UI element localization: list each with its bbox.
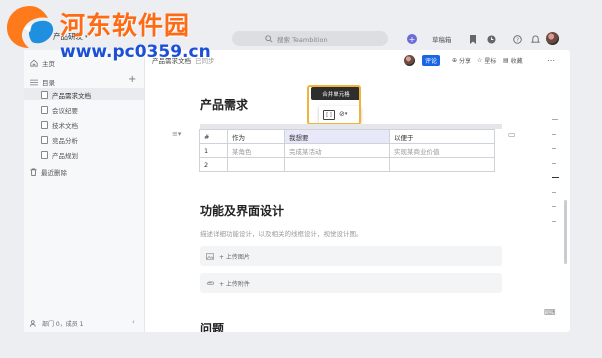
pin-icon: ☆: [477, 57, 483, 64]
merge-cells-icon[interactable]: [ ]: [323, 110, 335, 120]
section-heading-requirements: 产品需求: [200, 98, 249, 112]
table-cell[interactable]: 完成某活动: [284, 143, 390, 158]
sidebar-item-label: 产品需求文档: [52, 92, 91, 100]
scrollbar-thumb[interactable]: [564, 200, 567, 264]
table-cell[interactable]: [389, 157, 495, 172]
sidebar-recycle-label: 最近删除: [41, 169, 67, 177]
sidebar-item-tech[interactable]: 技术文档: [41, 120, 78, 130]
table-cell[interactable]: 2: [199, 157, 228, 172]
sidebar-item-prd[interactable]: 产品需求文档: [41, 90, 91, 100]
sidebar-home[interactable]: 主页: [30, 58, 55, 68]
keyboard-icon[interactable]: ⌨: [544, 308, 556, 317]
upload-image-button[interactable]: + 上传图片: [200, 246, 502, 266]
outline-tick[interactable]: [552, 163, 556, 164]
pin-button[interactable]: ☆ 星标: [477, 56, 496, 65]
section-description: 描述详细功能设计，以及相关的线框设计，视觉设计图。: [200, 230, 363, 238]
outline-tick[interactable]: [552, 221, 556, 222]
table-cell[interactable]: [284, 157, 390, 172]
outline-tick[interactable]: [552, 177, 559, 178]
favorite-button[interactable]: ▤ 收藏: [503, 56, 523, 65]
favorite-icon: ▤: [503, 57, 509, 64]
draft-box[interactable]: 草稿箱: [432, 34, 452, 44]
sidebar-home-label: 主页: [42, 60, 55, 68]
table-cell[interactable]: 实现某商业价值: [389, 143, 495, 158]
clock-icon[interactable]: [486, 34, 496, 44]
svg-text:?: ?: [516, 37, 519, 43]
table-cell[interactable]: 作为: [227, 129, 285, 144]
sidebar-item-label: 产品规划: [52, 152, 78, 160]
collaborator-avatar[interactable]: [404, 55, 415, 66]
table-header-row: # 作为 我想要 以便于: [199, 129, 495, 144]
bell-icon[interactable]: [530, 34, 540, 44]
outline-tick[interactable]: [552, 119, 558, 120]
bookmark-icon[interactable]: [468, 34, 478, 44]
upload-image-label: + 上传图片: [219, 253, 250, 261]
sidebar-item-competitor[interactable]: 竞品分析: [41, 135, 78, 145]
more-icon[interactable]: ⋯: [547, 56, 555, 65]
heading3-clip: 问题: [200, 318, 260, 332]
search-icon: [265, 34, 273, 43]
document-icon: [41, 151, 48, 159]
search-placeholder: 搜索 Teambition: [277, 35, 328, 44]
outline-tick[interactable]: [552, 206, 556, 207]
sidebar-toc-label: 目录: [42, 79, 55, 87]
table-cell[interactable]: [227, 157, 285, 172]
sidebar-item-label: 技术文档: [52, 122, 78, 130]
table-row: 2: [199, 157, 495, 172]
upload-file-button[interactable]: + 上传附件: [200, 273, 502, 293]
home-icon: [30, 59, 38, 67]
sidebar-item-label: 竞品分析: [52, 137, 78, 145]
table-cell[interactable]: 1: [199, 143, 228, 158]
document-icon: [41, 106, 48, 114]
favorite-label: 收藏: [510, 58, 523, 65]
share-label: 分享: [459, 58, 472, 65]
watermark-url: www.pc0359.cn: [60, 42, 211, 62]
sidebar-item-plan[interactable]: 产品规划: [41, 150, 78, 160]
share-button[interactable]: ⊕ 分享: [452, 56, 471, 65]
section-heading-issues: 问题: [200, 322, 225, 332]
watermark-logo: [2, 2, 58, 52]
sidebar-item-label: 会议纪要: [52, 107, 78, 115]
pin-label: 星标: [484, 58, 497, 65]
table-row: 1 某角色 完成某活动 实现某商业价值: [199, 143, 495, 158]
attachment-icon: [206, 280, 214, 287]
document-icon: [41, 136, 48, 144]
collapse-sidebar-icon[interactable]: ‹: [132, 318, 135, 326]
image-icon: [206, 252, 214, 260]
fill-color-icon[interactable]: ⊘ ▾: [339, 110, 347, 118]
outline-tick[interactable]: [552, 148, 556, 149]
table-row-menu-icon[interactable]: ≡▾: [172, 130, 181, 138]
table-cell[interactable]: 以便于: [389, 129, 495, 144]
document-icon: [41, 121, 48, 129]
sidebar-toc[interactable]: 目录: [30, 77, 55, 87]
people-icon: [30, 320, 38, 327]
requirements-table: # 作为 我想要 以便于 1 某角色 完成某活动 实现某商业价值 2: [199, 129, 495, 172]
add-doc-icon[interactable]: +: [128, 74, 136, 85]
upload-file-label: + 上传附件: [219, 280, 250, 288]
table-cell[interactable]: 我想要: [284, 129, 390, 144]
table-cell[interactable]: 某角色: [227, 143, 285, 158]
watermark-title: 河东软件园: [60, 11, 191, 40]
sidebar-footer[interactable]: 部门 0，成员 1: [30, 319, 83, 328]
sidebar-footer-text: 部门 0，成员 1: [42, 321, 84, 328]
sidebar-item-meeting[interactable]: 会议纪要: [41, 105, 78, 115]
outline-tick[interactable]: [552, 192, 556, 193]
section-heading-design: 功能及界面设计: [200, 204, 285, 218]
search-input[interactable]: 搜索 Teambition: [232, 31, 388, 46]
outline-tick[interactable]: [552, 134, 556, 135]
sidebar-recycle[interactable]: 最近删除: [30, 167, 67, 177]
document-icon: [41, 91, 48, 99]
add-icon[interactable]: +: [407, 34, 417, 44]
user-avatar[interactable]: [546, 32, 559, 45]
comment-button[interactable]: 评论: [422, 55, 440, 66]
comment-icon[interactable]: ▭: [508, 130, 516, 139]
share-icon: ⊕: [452, 57, 458, 64]
help-icon[interactable]: ?: [512, 34, 522, 44]
trash-icon: [30, 168, 37, 176]
list-icon: [30, 79, 38, 86]
table-cell[interactable]: #: [199, 129, 228, 144]
